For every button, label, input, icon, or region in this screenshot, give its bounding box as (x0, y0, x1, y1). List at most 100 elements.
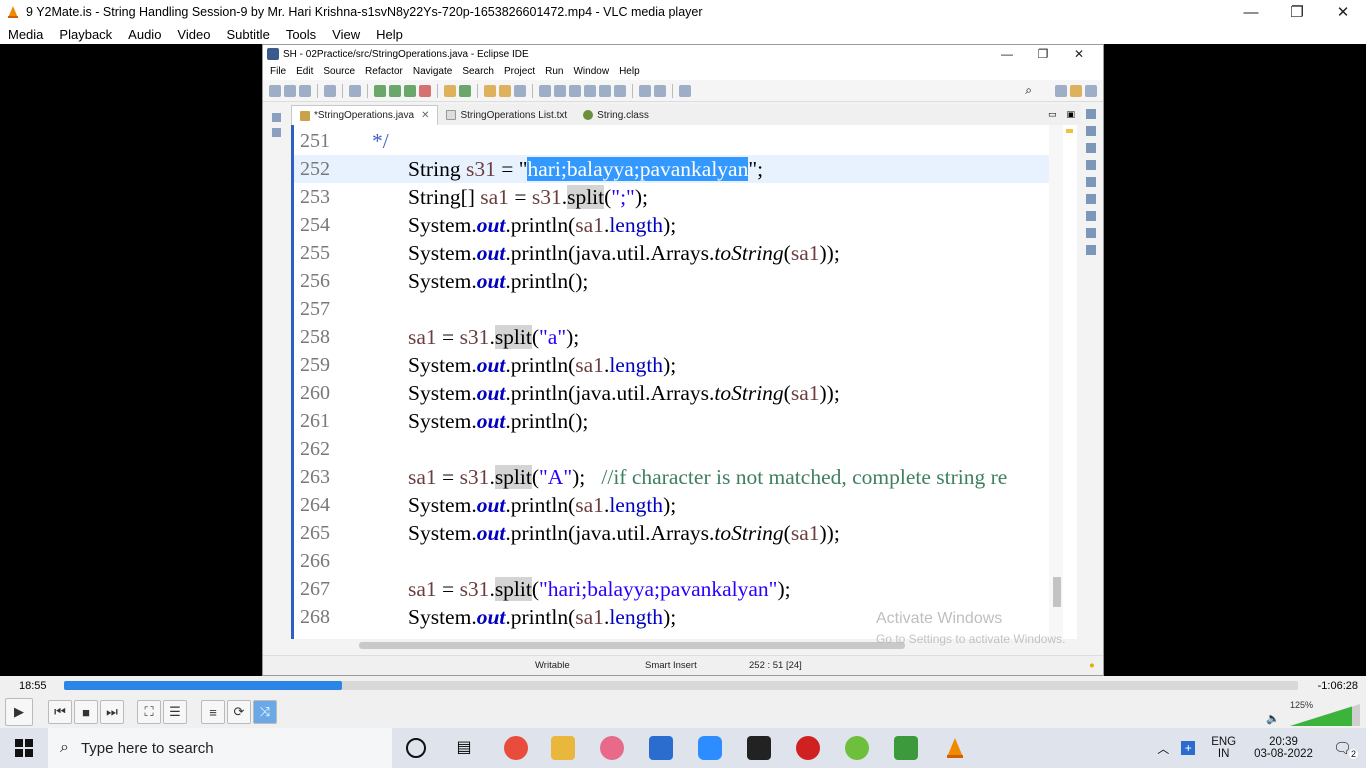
next-button[interactable]: ⏭ (100, 700, 124, 724)
screen-recorder-icon[interactable] (796, 736, 820, 760)
search-tool-icon[interactable] (514, 84, 526, 97)
chrome-icon[interactable] (504, 736, 528, 760)
menu-tools[interactable]: Tools (278, 27, 324, 42)
menu-subtitle[interactable]: Subtitle (218, 27, 277, 42)
task-view-icon[interactable]: ▤ (452, 736, 476, 760)
ec-menu-navigate[interactable]: Navigate (408, 66, 457, 77)
file-explorer-icon[interactable] (551, 736, 575, 760)
ec-menu-help[interactable]: Help (614, 66, 645, 77)
ec-menu-project[interactable]: Project (499, 66, 540, 77)
editor-maximize-icon[interactable]: ▣ (1066, 109, 1075, 120)
block-selection-icon[interactable] (599, 84, 611, 97)
save-all-icon[interactable] (299, 84, 311, 97)
overview-ruler[interactable] (1065, 125, 1075, 639)
microsoft-store-icon[interactable] (649, 736, 673, 760)
pin-editor-icon[interactable] (679, 84, 691, 97)
ec-menu-run[interactable]: Run (540, 66, 568, 77)
tab-stringoperations-list[interactable]: StringOperations List.txt (438, 105, 575, 125)
declaration-icon[interactable] (1086, 228, 1096, 238)
javadoc-icon[interactable] (1086, 211, 1096, 221)
play-button[interactable]: ▶ (5, 698, 33, 726)
cortana-icon[interactable] (406, 738, 426, 758)
extended-settings-button[interactable]: ☰ (163, 700, 187, 724)
seek-bar[interactable] (64, 681, 1298, 690)
open-perspective-icon[interactable] (1055, 84, 1067, 97)
debug-icon[interactable] (374, 84, 386, 97)
eclipse-taskbar-icon[interactable] (845, 736, 869, 760)
terminal-icon[interactable] (324, 84, 336, 97)
run-icon[interactable] (389, 84, 401, 97)
playlist-button[interactable]: ≡ (201, 700, 225, 724)
save-icon[interactable] (284, 84, 296, 97)
annotation-next-icon[interactable] (569, 84, 581, 97)
clock[interactable]: 20:39 03-08-2022 (1254, 736, 1313, 760)
show-whitespace-icon[interactable] (614, 84, 626, 97)
package-explorer-icon[interactable] (271, 128, 281, 137)
eclipse-minimize-button[interactable]: — (989, 45, 1025, 63)
start-button[interactable] (0, 728, 48, 768)
outline-icon[interactable] (1086, 126, 1096, 136)
ec-menu-file[interactable]: File (265, 66, 291, 77)
snipping-tool-icon[interactable] (600, 736, 624, 760)
restore-view2-icon[interactable] (1086, 177, 1096, 187)
new-java-project-icon[interactable] (444, 84, 456, 97)
annotation-prev-icon[interactable] (584, 84, 596, 97)
editor-minimize-icon[interactable]: ▭ (1048, 109, 1057, 120)
ec-menu-source[interactable]: Source (318, 66, 360, 77)
open-type-icon[interactable] (484, 84, 496, 97)
task-list-icon[interactable] (1086, 143, 1096, 153)
scrollbar-thumb[interactable] (359, 642, 905, 649)
notepad-plus-icon[interactable] (894, 736, 918, 760)
overview-marker[interactable] (1066, 129, 1073, 133)
scrollbar-thumb[interactable] (1053, 577, 1061, 607)
minimize-button[interactable]: — (1228, 0, 1274, 24)
close-button[interactable]: ✕ (1320, 0, 1366, 24)
remaining-time[interactable]: -1:06:28 (1318, 680, 1358, 692)
close-tab-icon[interactable]: ✕ (421, 110, 429, 121)
tab-stringoperations-java[interactable]: *StringOperations.java ✕ (291, 105, 439, 125)
menu-view[interactable]: View (324, 27, 368, 42)
new-icon[interactable] (269, 84, 281, 97)
notification-center-icon[interactable]: 🗨 2 (1333, 739, 1358, 759)
eclipse-maximize-button[interactable]: ❐ (1025, 45, 1061, 63)
menu-video[interactable]: Video (169, 27, 218, 42)
tray-app-icon[interactable]: + (1181, 741, 1196, 755)
new-class-icon[interactable] (459, 84, 471, 97)
hierarchy-icon[interactable] (1086, 160, 1096, 170)
tab-string-class[interactable]: String.class (575, 105, 657, 125)
skip-breakpoints-icon[interactable] (349, 84, 361, 97)
stop-button[interactable]: ■ (74, 700, 98, 724)
ec-menu-search[interactable]: Search (457, 66, 499, 77)
menu-playback[interactable]: Playback (51, 27, 120, 42)
quick-access-search-icon[interactable]: ⌕ (1025, 83, 1032, 98)
fullscreen-button[interactable]: ⛶ (137, 700, 161, 724)
console-icon[interactable] (1086, 245, 1096, 255)
forward-icon[interactable] (654, 84, 666, 97)
tip-bulb-icon[interactable]: ● (1089, 660, 1095, 671)
menu-audio[interactable]: Audio (120, 27, 169, 42)
menu-help[interactable]: Help (368, 27, 411, 42)
problems-icon[interactable] (1086, 194, 1096, 204)
ec-menu-refactor[interactable]: Refactor (360, 66, 408, 77)
loop-button[interactable]: ⟳ (227, 700, 251, 724)
toggle-mark-icon[interactable] (539, 84, 551, 97)
zoom-icon[interactable] (698, 736, 722, 760)
open-task-icon[interactable] (499, 84, 511, 97)
ec-menu-window[interactable]: Window (568, 66, 614, 77)
editor-vertical-scrollbar[interactable] (1049, 125, 1063, 639)
sticky-notes-icon[interactable] (747, 736, 771, 760)
highlight-icon[interactable] (554, 84, 566, 97)
eclipse-close-button[interactable]: ✕ (1061, 45, 1097, 63)
speaker-icon[interactable]: 🔈 (1266, 712, 1280, 725)
input-language[interactable]: ENG IN (1211, 736, 1236, 760)
external-tools-icon[interactable] (419, 84, 431, 97)
shuffle-button[interactable]: ⤨ (253, 700, 277, 724)
restore-view-icon[interactable] (1086, 109, 1096, 119)
vlc-taskbar-icon[interactable] (943, 736, 967, 760)
tray-overflow-icon[interactable]: ︿ (1157, 740, 1169, 757)
java-perspective-icon[interactable] (1070, 84, 1082, 97)
maximize-button[interactable]: ❐ (1274, 0, 1320, 24)
back-icon[interactable] (639, 84, 651, 97)
coverage-icon[interactable] (404, 84, 416, 97)
volume-slider[interactable] (1290, 704, 1360, 726)
